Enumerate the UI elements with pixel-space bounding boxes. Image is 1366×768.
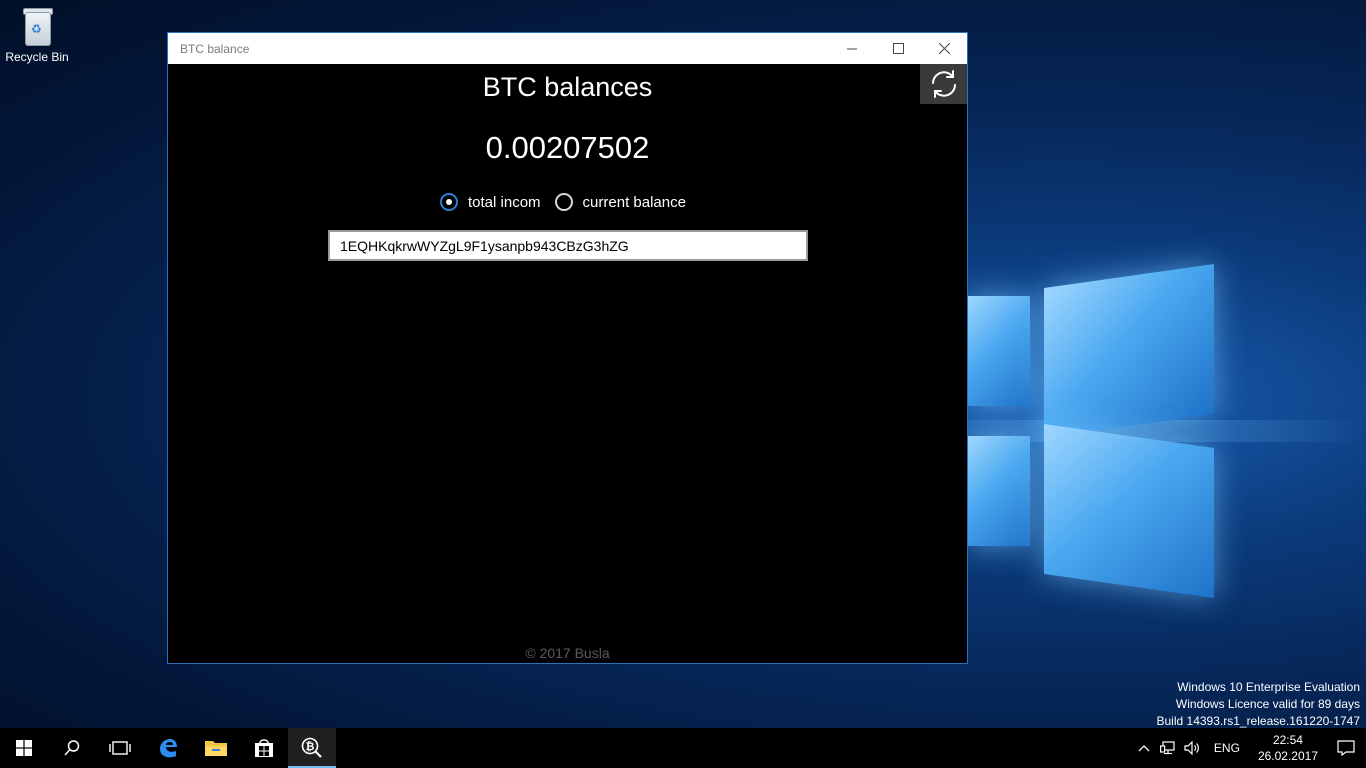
refresh-button[interactable]: [920, 64, 967, 104]
minimize-button[interactable]: [829, 33, 875, 64]
volume-button[interactable]: [1180, 741, 1204, 755]
input-language-indicator[interactable]: ENG: [1214, 741, 1240, 755]
file-explorer-taskbar-button[interactable]: [192, 728, 240, 768]
maximize-button[interactable]: [875, 33, 921, 64]
maximize-icon: [892, 43, 904, 54]
refresh-icon: [931, 70, 956, 98]
start-button[interactable]: [0, 728, 48, 768]
radio-label: current balance: [582, 193, 686, 211]
clock[interactable]: 22:54 26.02.2017: [1258, 732, 1318, 764]
show-hidden-icons-button[interactable]: [1132, 744, 1156, 752]
network-icon: [1159, 741, 1175, 755]
title-bar[interactable]: BTC balance: [168, 33, 967, 64]
start-icon: [16, 740, 32, 756]
watermark-line: Windows Licence valid for 89 days: [1175, 697, 1360, 711]
file-explorer-icon: [205, 741, 227, 756]
page-title: BTC balances: [482, 72, 653, 102]
copyright-footer: © 2017 Busla: [525, 645, 610, 661]
desktop-light-beam: [900, 420, 1366, 442]
volume-icon: [1184, 741, 1199, 755]
recycle-bin-icon: ♻: [20, 6, 54, 46]
store-icon: [255, 739, 273, 757]
action-center-button[interactable]: [1326, 740, 1366, 756]
desktop-icon-recycle-bin[interactable]: ♻ Recycle Bin: [0, 6, 74, 64]
balance-value: 0.00207502: [485, 130, 650, 165]
edge-icon: [160, 739, 177, 758]
minimize-icon: [846, 48, 857, 50]
app-window: BTC balance BTC balances 0.00207502 tota…: [167, 32, 968, 664]
task-view-icon: [109, 741, 131, 755]
network-button[interactable]: [1156, 741, 1180, 755]
btc-balance-app-icon: ₿: [301, 737, 322, 758]
radio-checked-icon: [440, 193, 458, 211]
app-content: BTC balances 0.00207502 total incom curr…: [168, 64, 967, 663]
search-icon: [64, 740, 80, 756]
radio-current-balance[interactable]: current balance: [554, 193, 686, 211]
svg-text:₿: ₿: [306, 740, 315, 753]
action-center-icon: [1337, 740, 1355, 756]
radio-label: total incom: [468, 193, 541, 211]
clock-date: 26.02.2017: [1257, 749, 1318, 763]
close-icon: [938, 43, 950, 54]
btc-balance-taskbar-button[interactable]: ₿: [288, 728, 336, 768]
balance-mode-radio-group: total incom current balance: [440, 193, 700, 211]
window-title: BTC balance: [180, 42, 250, 56]
clock-time: 22:54: [1272, 733, 1303, 747]
windows-evaluation-watermark: Windows 10 Enterprise Evaluation Windows…: [1157, 679, 1361, 730]
chevron-up-icon: [1138, 745, 1150, 752]
edge-taskbar-button[interactable]: [144, 728, 192, 768]
watermark-line: Windows 10 Enterprise Evaluation: [1177, 680, 1360, 694]
store-taskbar-button[interactable]: [240, 728, 288, 768]
task-view-button[interactable]: [96, 728, 144, 768]
close-button[interactable]: [921, 33, 967, 64]
radio-unchecked-icon: [554, 193, 573, 211]
desktop-icon-label: Recycle Bin: [5, 50, 69, 64]
system-tray: ENG 22:54 26.02.2017: [1132, 728, 1366, 768]
btc-address-input[interactable]: [328, 230, 808, 261]
radio-total-incom[interactable]: total incom: [440, 193, 541, 211]
taskbar: ₿ ENG 22:54 26.02.2017: [0, 728, 1366, 768]
search-button[interactable]: [48, 728, 96, 768]
